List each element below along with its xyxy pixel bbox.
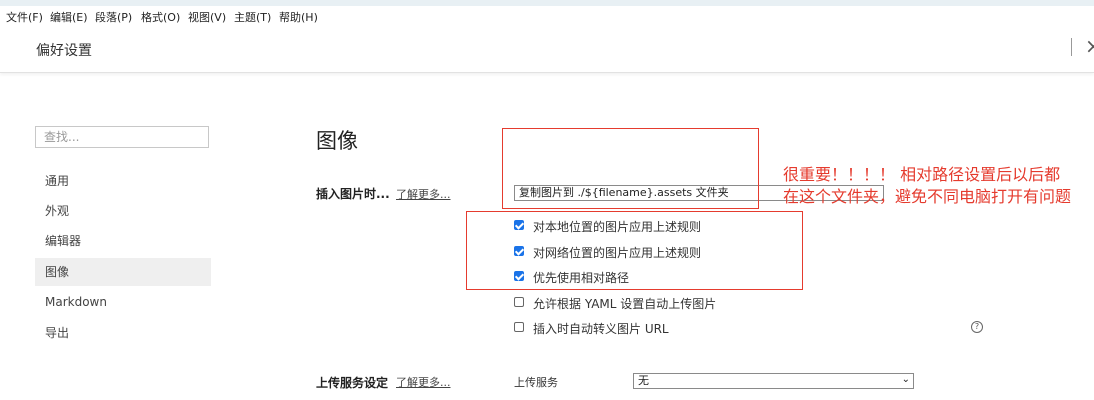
sidebar-item-appearance[interactable]: 外观 bbox=[35, 197, 211, 225]
menu-theme[interactable]: 主题(T) bbox=[234, 9, 271, 25]
menu-help[interactable]: 帮助(H) bbox=[279, 9, 318, 25]
menu-edit[interactable]: 编辑(E) bbox=[50, 9, 88, 25]
menubar: 文件(F) 编辑(E) 段落(P) 格式(O) 视图(V) 主题(T) 帮助(H… bbox=[0, 6, 1094, 26]
search-input[interactable] bbox=[35, 126, 209, 148]
menu-view[interactable]: 视图(V) bbox=[188, 9, 226, 25]
upload-service-label: 上传服务 bbox=[514, 376, 558, 389]
sidebar-item-editor[interactable]: 编辑器 bbox=[35, 227, 211, 255]
chevron-down-icon: ⌄ bbox=[901, 374, 910, 385]
annotation-box-select bbox=[502, 128, 759, 209]
upload-learn-more-link[interactable]: 了解更多... bbox=[396, 374, 451, 390]
menu-file[interactable]: 文件(F) bbox=[6, 9, 43, 25]
insert-image-learn-more-link[interactable]: 了解更多... bbox=[396, 186, 451, 202]
sidebar-item-markdown[interactable]: Markdown bbox=[35, 288, 211, 316]
upload-service-settings-label: 上传服务设定 bbox=[316, 376, 389, 390]
preferences-header: 偏好设置 × bbox=[0, 26, 1094, 73]
insert-image-label: 插入图片时... bbox=[316, 187, 390, 201]
section-title: 图像 bbox=[316, 129, 358, 153]
checkbox-icon[interactable] bbox=[514, 322, 524, 332]
sidebar-item-image[interactable]: 图像 bbox=[35, 258, 211, 286]
annotation-note: 很重要！！！！ 相对路径设置后以后都在这个文件夹，避免不同电脑打开有问题 bbox=[783, 165, 1072, 206]
help-icon[interactable]: ? bbox=[971, 321, 983, 333]
close-icon[interactable]: × bbox=[1085, 34, 1094, 58]
sidebar-item-export[interactable]: 导出 bbox=[35, 319, 211, 347]
upload-service-select[interactable]: 无 ⌄ bbox=[633, 373, 914, 389]
annotation-box-checkboxes bbox=[466, 211, 803, 290]
checkbox-icon[interactable] bbox=[514, 297, 524, 307]
sidebar-item-general[interactable]: 通用 bbox=[35, 167, 211, 195]
page-title: 偏好设置 bbox=[36, 43, 92, 59]
menu-format[interactable]: 格式(O) bbox=[141, 9, 180, 25]
checkbox-label: 允许根据 YAML 设置自动上传图片 bbox=[533, 297, 717, 311]
checkbox-label: 插入时自动转义图片 URL bbox=[533, 322, 669, 336]
menu-paragraph[interactable]: 段落(P) bbox=[95, 9, 132, 25]
header-divider bbox=[1071, 38, 1072, 56]
upload-service-select-value: 无 bbox=[638, 374, 649, 387]
